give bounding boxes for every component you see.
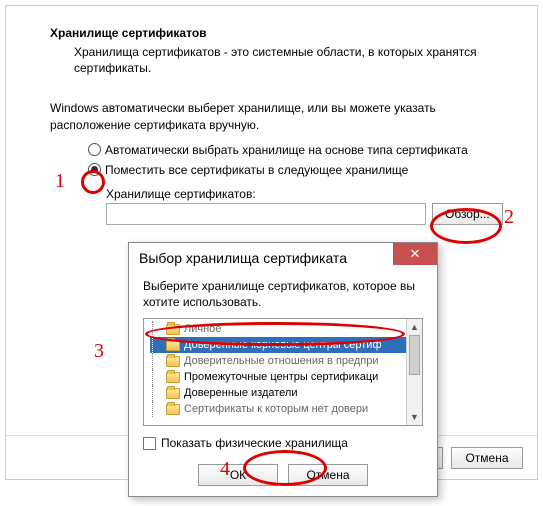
scroll-down-icon[interactable]: ▼ bbox=[407, 409, 422, 425]
tree-item[interactable]: Доверительные отношения в предпри bbox=[150, 353, 422, 369]
store-tree[interactable]: Личное Доверенные корневые центры сертиф… bbox=[143, 318, 423, 426]
page-paragraph: Windows автоматически выберет хранилище,… bbox=[50, 100, 507, 132]
tree-item[interactable]: Промежуточные центры сертификаци bbox=[150, 369, 422, 385]
browse-button[interactable]: Обзор... bbox=[432, 203, 503, 225]
tree-item[interactable]: Сертификаты к которым нет довери bbox=[150, 401, 422, 417]
tree-item-label: Доверенные издатели bbox=[184, 387, 297, 399]
tree-line-icon bbox=[152, 369, 162, 385]
folder-icon bbox=[166, 372, 180, 383]
scroll-up-icon[interactable]: ▲ bbox=[407, 319, 422, 335]
tree-line-icon bbox=[152, 321, 162, 337]
tree-item-label: Сертификаты к которым нет довери bbox=[184, 403, 368, 415]
tree-line-icon bbox=[152, 385, 162, 401]
tree-line-icon bbox=[152, 337, 162, 353]
radio-place-label: Поместить все сертификаты в следующее хр… bbox=[105, 163, 408, 177]
dialog-title: Выбор хранилища сертификата bbox=[139, 250, 347, 266]
radio-place[interactable] bbox=[88, 163, 101, 176]
show-physical-label: Показать физические хранилища bbox=[161, 436, 348, 450]
tree-item-label: Доверительные отношения в предпри bbox=[184, 355, 379, 367]
store-field-label: Хранилище сертификатов: bbox=[106, 187, 507, 201]
dialog-cancel-button[interactable]: Отмена bbox=[288, 464, 368, 486]
radio-place-row[interactable]: Поместить все сертификаты в следующее хр… bbox=[88, 163, 507, 177]
tree-item-label: Личное bbox=[184, 323, 221, 335]
folder-icon bbox=[166, 340, 180, 351]
cancel-button[interactable]: Отмена bbox=[451, 447, 523, 469]
folder-icon bbox=[166, 404, 180, 415]
tree-item[interactable]: Доверенные издатели bbox=[150, 385, 422, 401]
store-input[interactable] bbox=[106, 203, 426, 225]
radio-auto[interactable] bbox=[88, 143, 101, 156]
tree-item-selected[interactable]: Доверенные корневые центры сертиф bbox=[150, 337, 422, 353]
radio-auto-row[interactable]: Автоматически выбрать хранилище на основ… bbox=[88, 143, 507, 157]
close-button[interactable]: ✕ bbox=[393, 243, 437, 265]
select-store-dialog: Выбор хранилища сертификата ✕ Выберите х… bbox=[128, 242, 438, 497]
page-heading: Хранилище сертификатов bbox=[50, 26, 507, 40]
folder-icon bbox=[166, 356, 180, 367]
folder-icon bbox=[166, 388, 180, 399]
folder-icon bbox=[166, 324, 180, 335]
show-physical-row[interactable]: Показать физические хранилища bbox=[143, 436, 423, 450]
ok-button[interactable]: ОК bbox=[198, 464, 278, 486]
page-subheading: Хранилища сертификатов - это системные о… bbox=[74, 44, 507, 76]
tree-scrollbar[interactable]: ▲ ▼ bbox=[406, 319, 422, 425]
show-physical-checkbox[interactable] bbox=[143, 437, 156, 450]
scroll-thumb[interactable] bbox=[409, 335, 420, 375]
tree-item-label: Промежуточные центры сертификаци bbox=[184, 371, 378, 383]
tree-item-label: Доверенные корневые центры сертиф bbox=[184, 339, 382, 351]
radio-auto-label: Автоматически выбрать хранилище на основ… bbox=[105, 143, 468, 157]
close-icon: ✕ bbox=[410, 246, 421, 262]
dialog-instruction: Выберите хранилище сертификатов, которое… bbox=[143, 279, 423, 310]
tree-item[interactable]: Личное bbox=[150, 321, 422, 337]
tree-line-icon bbox=[152, 401, 162, 417]
tree-line-icon bbox=[152, 353, 162, 369]
